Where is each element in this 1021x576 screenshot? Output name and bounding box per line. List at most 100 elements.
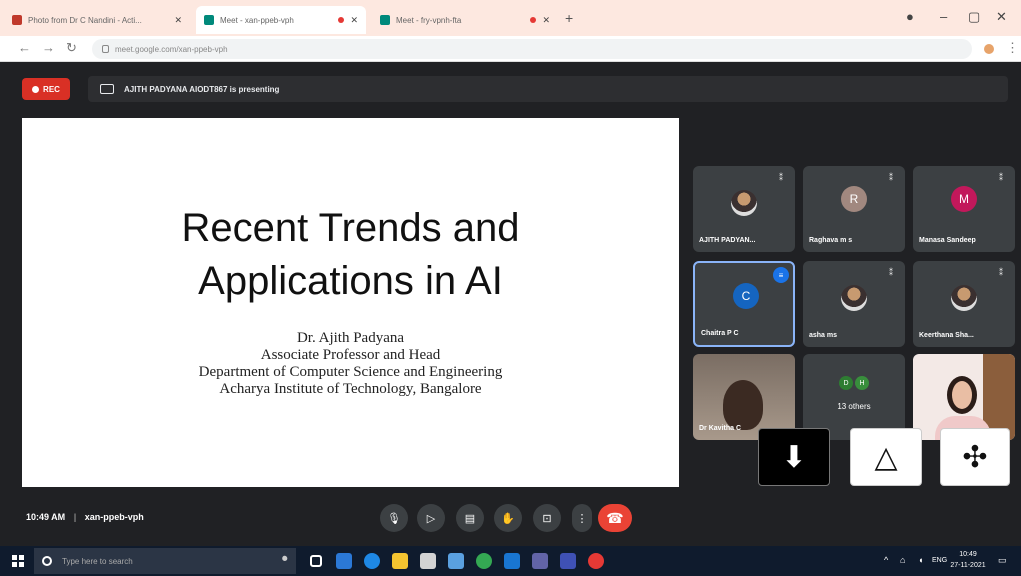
end-call-button[interactable]: ☎: [598, 504, 632, 532]
network-add-icon: ✣: [962, 440, 988, 474]
raise-hand-button[interactable]: ✋: [494, 504, 522, 532]
presenting-bar: AJITH PADYANA AIODT867 is presenting: [88, 76, 1008, 102]
windows-taskbar: Type here to search ⏺ ^ ⌂ ◖ ENG 10:49 27…: [0, 546, 1021, 576]
download-button[interactable]: ⬇: [758, 428, 830, 486]
present-button[interactable]: ⊡: [533, 504, 561, 532]
browser-tab[interactable]: Photo from Dr C Nandini - Acti... ✕: [4, 6, 190, 34]
taskbar-search[interactable]: Type here to search: [34, 548, 296, 574]
mic-icon: 🎙: [387, 512, 401, 525]
slide-institute: Acharya Institute of Technology, Bangalo…: [219, 381, 482, 397]
avatar: M: [951, 186, 977, 212]
download-arrow-icon: ⬇: [781, 440, 807, 474]
mic-muted-icon: ⁑: [999, 173, 1003, 182]
recording-dot-icon: [338, 17, 345, 23]
tab-title: Meet - fry-vpnh-fta: [396, 15, 462, 25]
menu-kebab-icon[interactable]: ⋮: [1006, 40, 1019, 56]
tab-title: Meet - xan-ppeb-vph: [220, 15, 294, 25]
captions-button[interactable]: ▤: [456, 504, 484, 532]
meet-favicon-icon: [380, 15, 390, 25]
participant-name: AJITH PADYAN...: [699, 237, 756, 244]
close-tab-icon[interactable]: ✕: [542, 15, 550, 26]
share-add-button[interactable]: ✣: [940, 428, 1010, 486]
drive-add-icon: △: [874, 440, 898, 474]
drive-add-button[interactable]: △: [850, 428, 922, 486]
captions-icon: ▤: [464, 512, 476, 525]
participant-tile[interactable]: ⁑ R Raghava m s: [803, 166, 905, 252]
participant-name: Manasa Sandeep: [919, 237, 976, 244]
store-icon[interactable]: [420, 553, 436, 569]
tray-chevron-icon[interactable]: ^: [884, 555, 888, 565]
slide-subtitle: Dr. Ajith Padyana Associate Professor an…: [22, 330, 679, 398]
slide-author: Dr. Ajith Padyana: [296, 330, 405, 346]
present-icon: ⊡: [542, 512, 552, 525]
profile-dot-icon[interactable]: ●: [906, 9, 914, 24]
close-window-button[interactable]: ✕: [996, 9, 1007, 25]
present-screen-icon: [100, 84, 114, 94]
others-avatars: D H: [803, 376, 905, 390]
tray-language[interactable]: ENG: [932, 557, 947, 564]
reload-icon[interactable]: ↻: [66, 40, 77, 56]
close-tab-icon[interactable]: ✕: [350, 15, 358, 26]
browser-tab[interactable]: Meet - fry-vpnh-fta ✕: [372, 6, 558, 34]
new-tab-button[interactable]: +: [565, 10, 573, 26]
notification-icon[interactable]: ▭: [998, 555, 1007, 566]
chrome-icon[interactable]: [476, 553, 492, 569]
address-bar[interactable]: meet.google.com/xan-ppeb-vph: [92, 39, 972, 59]
file-explorer-icon[interactable]: [392, 553, 408, 569]
mic-muted-icon: ⁑: [889, 173, 893, 182]
slide-title-line: Applications in AI: [198, 259, 503, 303]
app-icon[interactable]: [588, 553, 604, 569]
avatar: [951, 285, 977, 311]
meet-favicon-icon: [204, 15, 214, 25]
teams-icon[interactable]: [532, 553, 548, 569]
recording-dot-icon: [530, 17, 537, 23]
minimize-button[interactable]: –: [940, 9, 947, 24]
meet-control-bar: 10:49 AM | xan-ppeb-vph 🎙 ▷ ▤ ✋ ⊡ ⋮ ☎: [0, 492, 1021, 546]
app-icon[interactable]: [560, 553, 576, 569]
camera-button[interactable]: ▷: [417, 504, 445, 532]
profile-avatar-icon[interactable]: [984, 44, 994, 54]
mic-muted-icon: ⁑: [779, 173, 783, 182]
edge-icon[interactable]: [364, 553, 380, 569]
windows-start-icon[interactable]: [12, 555, 24, 567]
network-icon[interactable]: ⌂: [900, 555, 905, 565]
avatar: C: [733, 283, 759, 309]
mail-icon[interactable]: [448, 553, 464, 569]
forward-arrow-icon[interactable]: →: [42, 40, 55, 55]
mic-muted-icon: ⁑: [999, 268, 1003, 277]
more-icon: ⋮: [576, 512, 588, 525]
meeting-time: 10:49 AM: [26, 512, 66, 522]
more-options-button[interactable]: ⋮: [572, 504, 592, 532]
slide-role: Associate Professor and Head: [260, 347, 441, 363]
camera-icon: ▷: [426, 512, 436, 525]
meeting-code: xan-ppeb-vph: [84, 512, 144, 522]
others-label: 13 others: [837, 402, 871, 411]
back-arrow-icon[interactable]: ←: [18, 40, 31, 55]
maximize-button[interactable]: ▢: [968, 9, 980, 25]
participant-tile[interactable]: ⁑ Keerthana Sha...: [913, 261, 1015, 347]
mic-taskbar-icon[interactable]: ⏺: [282, 553, 298, 569]
participant-name: Keerthana Sha...: [919, 332, 974, 339]
avatar: R: [841, 186, 867, 212]
task-view-icon[interactable]: [310, 555, 322, 567]
phone-hangup-icon: ☎: [606, 509, 624, 526]
taskbar-clock[interactable]: 10:49 27-11-2021: [948, 549, 988, 571]
app-icon[interactable]: [504, 553, 520, 569]
rec-label: REC: [43, 84, 60, 94]
mic-button[interactable]: 🎙: [380, 504, 408, 532]
search-placeholder: Type here to search: [62, 556, 133, 566]
slide-department: Department of Computer Science and Engin…: [198, 364, 503, 380]
participant-tile[interactable]: ⁑ M Manasa Sandeep: [913, 166, 1015, 252]
participant-tile[interactable]: ⁑ AJITH PADYAN...: [693, 166, 795, 252]
record-dot-icon: [32, 85, 40, 93]
app-icon[interactable]: [336, 553, 352, 569]
close-tab-icon[interactable]: ✕: [174, 15, 182, 26]
address-text: meet.google.com/xan-ppeb-vph: [115, 44, 228, 54]
participant-tile-speaking[interactable]: ≡ C Chaitra P C: [693, 261, 795, 347]
participant-tile[interactable]: ⁑ asha ms: [803, 261, 905, 347]
browser-tab-active[interactable]: Meet - xan-ppeb-vph ✕: [196, 6, 366, 34]
tab-title: Photo from Dr C Nandini - Acti...: [28, 15, 142, 25]
volume-icon[interactable]: ◖: [918, 555, 923, 565]
avatar: [731, 190, 757, 216]
clock-date: 27-11-2021: [950, 562, 986, 569]
